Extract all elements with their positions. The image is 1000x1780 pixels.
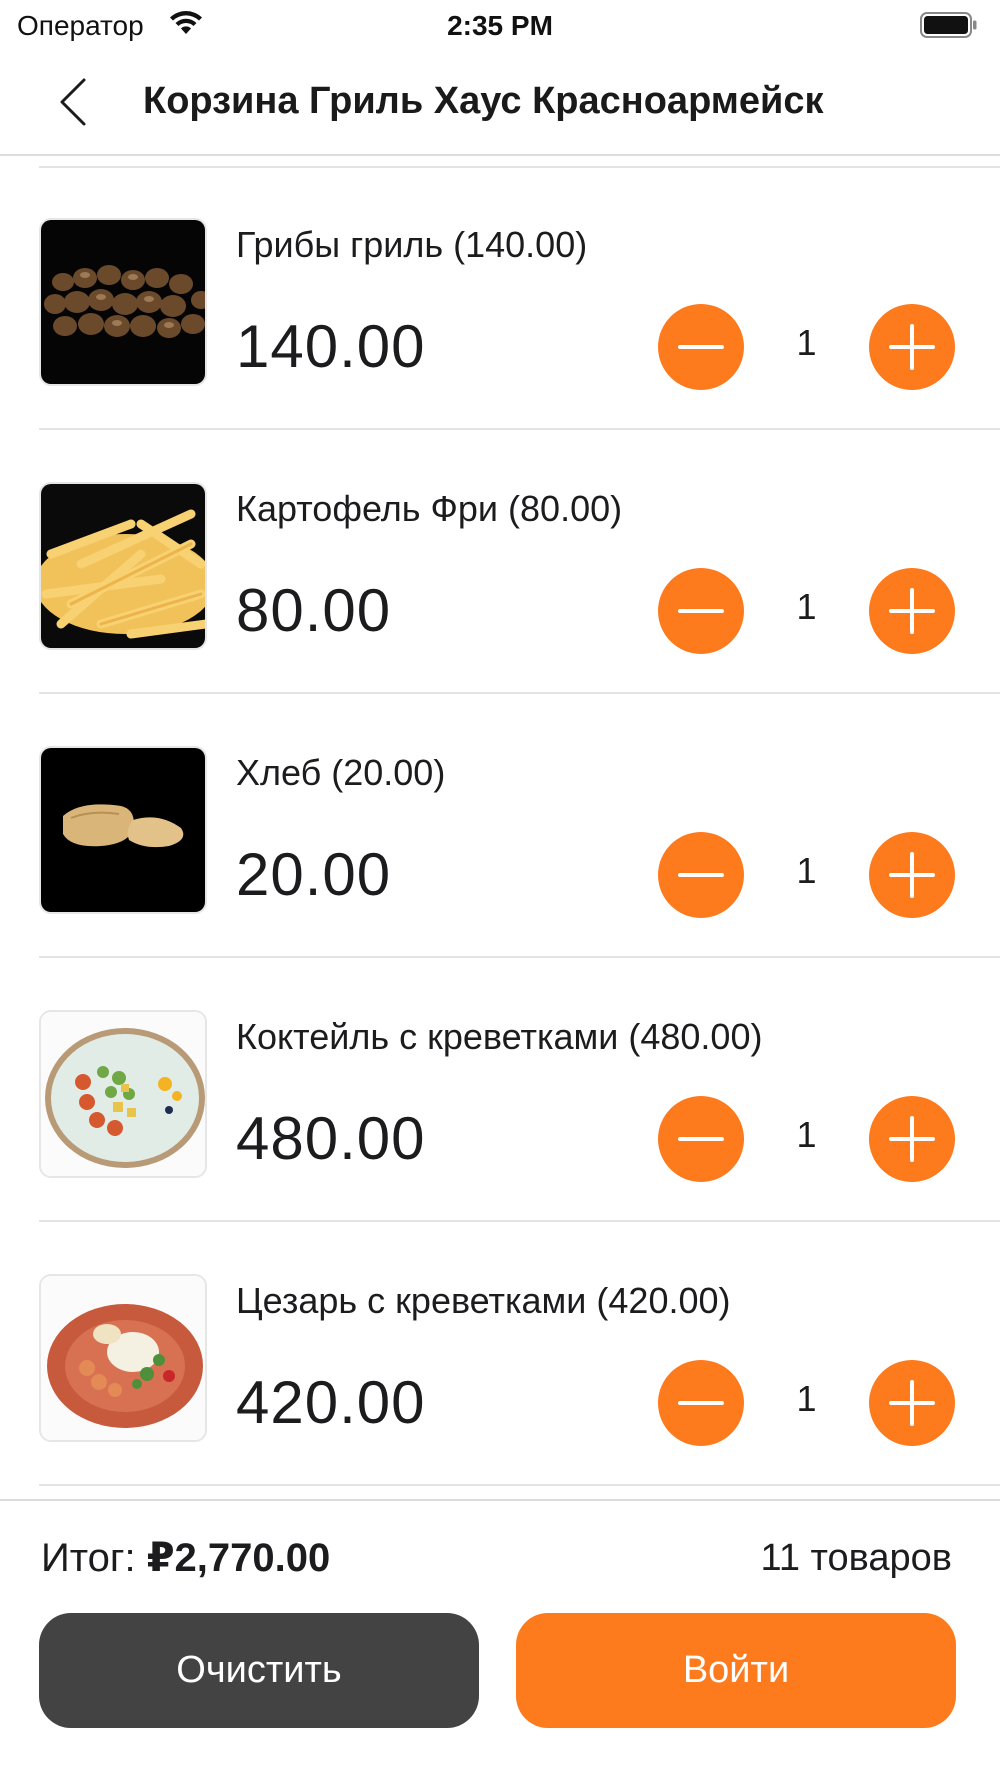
item-image — [39, 1010, 207, 1178]
quantity-value: 1 — [796, 1378, 817, 1419]
plus-icon — [889, 324, 935, 370]
item-price: 420.00 — [236, 1369, 426, 1436]
chevron-left-icon — [60, 78, 86, 126]
plus-icon — [889, 588, 935, 634]
item-name: Цезарь с креветками (420.00) — [236, 1280, 731, 1321]
cart-item: Грибы гриль (140.00) 140.00 1 — [0, 166, 1000, 430]
minus-icon — [678, 1401, 724, 1405]
cart-item: Коктейль с креветками (480.00) 480.00 1 — [0, 958, 1000, 1222]
decrease-quantity-button[interactable] — [658, 304, 744, 390]
minus-icon — [678, 873, 724, 877]
page-title: Корзина Гриль Хаус Красноармейск — [143, 80, 824, 122]
quantity-value: 1 — [796, 586, 817, 627]
item-name: Грибы гриль (140.00) — [236, 224, 588, 265]
status-bar: Оператор 2:35 PM — [0, 0, 1000, 52]
decrease-quantity-button[interactable] — [658, 832, 744, 918]
item-image — [39, 746, 207, 914]
order-total: Итог: ₽2,770.00 — [41, 1535, 330, 1581]
item-price: 140.00 — [236, 313, 426, 380]
item-image — [39, 482, 207, 650]
decrease-quantity-button[interactable] — [658, 1096, 744, 1182]
battery-icon — [920, 12, 978, 43]
quantity-value: 1 — [796, 1114, 817, 1155]
divider — [39, 1484, 1000, 1486]
item-price: 480.00 — [236, 1105, 426, 1172]
total-value: ₽2,770.00 — [146, 1536, 331, 1580]
item-image — [39, 218, 207, 386]
cart-item: Цезарь с креветками (420.00) 420.00 1 — [0, 1222, 1000, 1486]
cart-footer: Итог: ₽2,770.00 11 товаров Очистить Войт… — [0, 1499, 1000, 1780]
item-image — [39, 1274, 207, 1442]
plus-icon — [889, 1380, 935, 1426]
plus-icon — [889, 852, 935, 898]
navigation-bar: Корзина Гриль Хаус Красноармейск — [0, 52, 1000, 156]
cart-item: Картофель Фри (80.00) 80.00 1 — [0, 430, 1000, 694]
clock: 2:35 PM — [447, 10, 553, 41]
total-label: Итог: — [41, 1536, 147, 1580]
plus-icon — [889, 1116, 935, 1162]
cart-list[interactable]: Грибы гриль (140.00) 140.00 1 Картофель … — [0, 154, 1000, 1499]
increase-quantity-button[interactable] — [869, 1096, 955, 1182]
increase-quantity-button[interactable] — [869, 1360, 955, 1446]
increase-quantity-button[interactable] — [869, 568, 955, 654]
item-name: Коктейль с креветками (480.00) — [236, 1016, 763, 1057]
minus-icon — [678, 345, 724, 349]
quantity-value: 1 — [796, 850, 817, 891]
increase-quantity-button[interactable] — [869, 304, 955, 390]
item-name: Картофель Фри (80.00) — [236, 488, 623, 529]
decrease-quantity-button[interactable] — [658, 1360, 744, 1446]
back-button[interactable] — [52, 72, 112, 132]
item-price: 20.00 — [236, 841, 392, 908]
minus-icon — [678, 1137, 724, 1141]
cart-item: Хлеб (20.00) 20.00 1 — [0, 694, 1000, 958]
item-price: 80.00 — [236, 577, 392, 644]
item-name: Хлеб (20.00) — [236, 752, 446, 793]
minus-icon — [678, 609, 724, 613]
quantity-value: 1 — [796, 322, 817, 363]
login-button[interactable]: Войти — [516, 1613, 956, 1728]
clear-cart-button[interactable]: Очистить — [39, 1613, 479, 1728]
items-count: 11 товаров — [760, 1537, 952, 1579]
increase-quantity-button[interactable] — [869, 832, 955, 918]
decrease-quantity-button[interactable] — [658, 568, 744, 654]
